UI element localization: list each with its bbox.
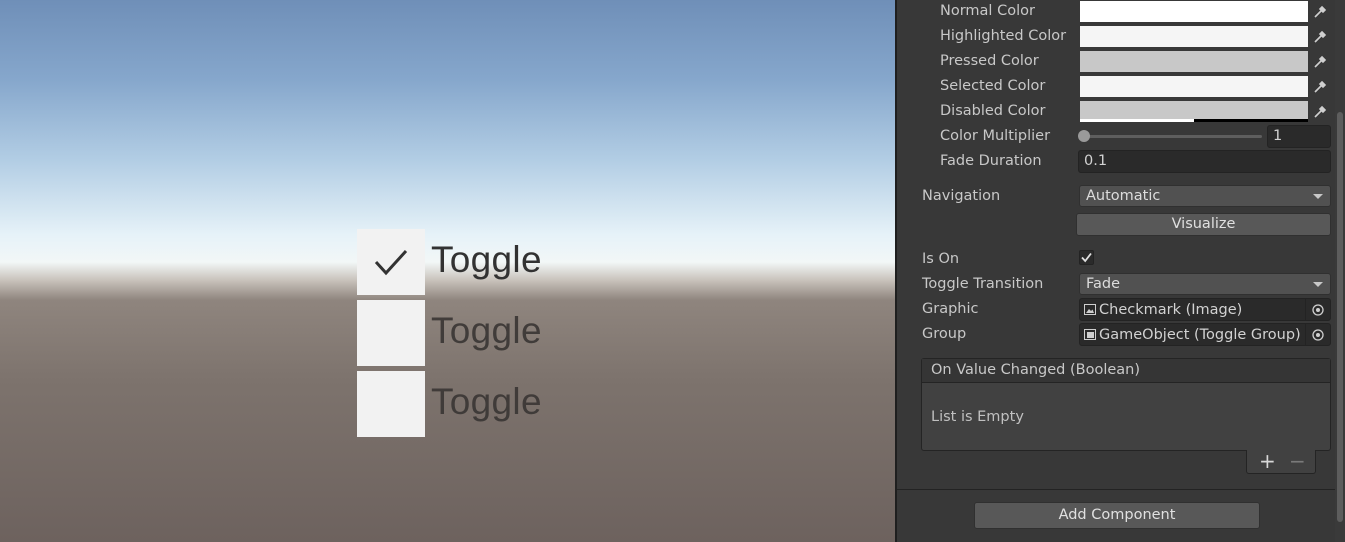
toggle-transition-label: Toggle Transition — [922, 276, 1044, 292]
event-list-empty: List is Empty — [931, 409, 1024, 425]
toggle-1[interactable]: Toggle — [357, 229, 617, 295]
toggle-2-background[interactable] — [357, 300, 425, 366]
graphic-object-field[interactable]: Checkmark (Image) — [1079, 298, 1331, 321]
checkmark-icon — [1081, 252, 1092, 263]
eyedropper-icon[interactable] — [1310, 1, 1330, 22]
color-multiplier-label: Color Multiplier — [940, 128, 1051, 144]
inspector-scrollbar[interactable] — [1335, 0, 1345, 542]
highlighted-color-label: Highlighted Color — [940, 28, 1067, 44]
selected-color-label: Selected Color — [940, 78, 1046, 94]
add-component-button[interactable]: Add Component — [974, 502, 1260, 529]
navigation-dropdown[interactable]: Automatic — [1079, 185, 1331, 207]
toggle-1-label: Toggle — [431, 239, 542, 280]
group-object-field[interactable]: GameObject (Toggle Group) — [1079, 323, 1331, 346]
fade-duration-label: Fade Duration — [940, 153, 1042, 169]
remove-event-button[interactable]: − — [1289, 450, 1306, 472]
toggle-3[interactable]: Toggle — [357, 371, 617, 437]
eyedropper-icon[interactable] — [1310, 76, 1330, 97]
is-on-checkbox[interactable] — [1079, 250, 1094, 265]
eyedropper-icon[interactable] — [1310, 51, 1330, 72]
eyedropper-icon[interactable] — [1310, 26, 1330, 47]
event-header: On Value Changed (Boolean) — [922, 359, 1330, 383]
checkmark-icon — [374, 249, 408, 276]
event-list-footer: + − — [1246, 450, 1316, 474]
normal-color-label: Normal Color — [940, 3, 1035, 19]
eyedropper-icon[interactable] — [1310, 101, 1330, 122]
graphic-label: Graphic — [922, 301, 979, 317]
visualize-button[interactable]: Visualize — [1076, 213, 1331, 236]
toggle-2[interactable]: Toggle — [357, 300, 617, 366]
toggle-transition-value: Fade — [1086, 276, 1121, 292]
object-picker-icon[interactable] — [1305, 324, 1330, 345]
graphic-value: Checkmark (Image) — [1099, 302, 1243, 318]
normal-color-swatch[interactable] — [1080, 1, 1308, 22]
pressed-color-label: Pressed Color — [940, 53, 1039, 69]
dropdown-arrow-icon — [1313, 194, 1323, 199]
navigation-value: Automatic — [1086, 188, 1161, 204]
toggle-3-label: Toggle — [431, 381, 542, 422]
image-icon — [1084, 304, 1096, 315]
toggle-transition-dropdown[interactable]: Fade — [1079, 273, 1331, 295]
component-separator — [897, 489, 1337, 490]
color-multiplier-input[interactable]: 1 — [1267, 125, 1331, 148]
disabled-color-swatch[interactable] — [1080, 101, 1308, 122]
inspector-scrollbar-thumb[interactable] — [1337, 112, 1343, 522]
disabled-color-label: Disabled Color — [940, 103, 1046, 119]
inspector-panel: Normal Color Highlighted Color Pressed C… — [895, 0, 1345, 542]
color-multiplier-slider-track[interactable] — [1084, 135, 1262, 138]
alpha-bar-black — [1194, 119, 1308, 122]
group-value: GameObject (Toggle Group) — [1099, 327, 1301, 343]
is-on-label: Is On — [922, 251, 960, 267]
object-picker-icon[interactable] — [1305, 299, 1330, 320]
on-value-changed-event: On Value Changed (Boolean) List is Empty — [921, 358, 1331, 451]
fade-duration-input[interactable]: 0.1 — [1078, 150, 1331, 173]
group-label: Group — [922, 326, 967, 342]
toggle-group-icon — [1084, 329, 1096, 340]
add-event-button[interactable]: + — [1259, 450, 1276, 472]
navigation-label: Navigation — [922, 188, 1001, 204]
toggle-3-background[interactable] — [357, 371, 425, 437]
pressed-color-swatch[interactable] — [1080, 51, 1308, 72]
scene-view[interactable]: Toggle Toggle Toggle — [0, 0, 895, 542]
selected-color-swatch[interactable] — [1080, 76, 1308, 97]
dropdown-arrow-icon — [1313, 282, 1323, 287]
color-multiplier-slider-thumb[interactable] — [1078, 130, 1090, 142]
highlighted-color-swatch[interactable] — [1080, 26, 1308, 47]
toggle-1-background[interactable] — [357, 229, 425, 295]
toggle-2-label: Toggle — [431, 310, 542, 351]
alpha-bar-white — [1080, 119, 1194, 122]
